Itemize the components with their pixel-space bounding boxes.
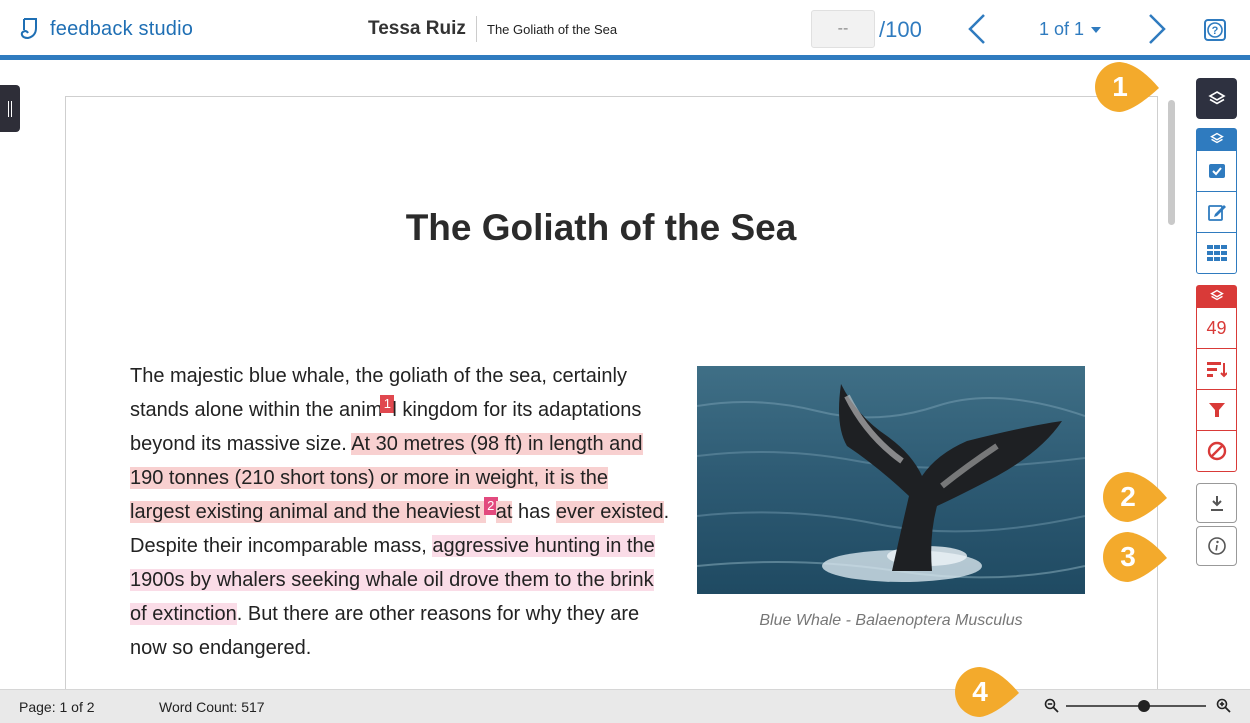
help-icon: ?: [1204, 19, 1226, 41]
zoom-in-icon: [1216, 698, 1231, 713]
sort-icon: [1206, 362, 1227, 378]
help-button[interactable]: ?: [1204, 19, 1226, 46]
grid-icon: [1206, 245, 1227, 261]
excluded-sources-button[interactable]: [1196, 430, 1237, 472]
highlight-2[interactable]: ever existed: [555, 501, 664, 523]
callout-number: 1: [1112, 71, 1128, 102]
app-logo[interactable]: feedback studio: [18, 16, 193, 42]
side-panel-toggle[interactable]: [0, 85, 20, 132]
zoom-out-button[interactable]: [1044, 698, 1059, 716]
layers-icon: [1207, 90, 1226, 104]
checkbox-icon: [1208, 164, 1225, 178]
filter-icon: [1208, 403, 1225, 417]
grade-input[interactable]: --: [811, 10, 875, 48]
callout-4: 4: [955, 667, 1019, 717]
page-indicator: Page: 1 of 2: [19, 699, 95, 715]
similarity-score-button[interactable]: 49: [1196, 307, 1237, 349]
caret-down-icon: [1091, 27, 1102, 34]
status-bar: Page: 1 of 2 Word Count: 517: [0, 689, 1250, 723]
header-divider: [476, 16, 477, 42]
similarity-count: 49: [1206, 317, 1227, 338]
callout-number: 4: [972, 676, 988, 707]
callout-number: 3: [1120, 541, 1136, 572]
text-segment: has: [512, 501, 556, 523]
zoom-in-button[interactable]: [1216, 698, 1231, 716]
word-count: Word Count: 517: [159, 699, 265, 715]
edit-icon: [1207, 205, 1226, 221]
grade-max: /100: [879, 17, 922, 42]
download-icon: [1210, 496, 1223, 511]
feedback-studio-logo-icon: [20, 18, 37, 40]
callout-2: 2: [1103, 472, 1167, 522]
zoom-out-icon: [1044, 698, 1059, 713]
grading-layer-header[interactable]: [1196, 128, 1237, 150]
submission-info-button[interactable]: [1196, 526, 1237, 566]
next-paper-button[interactable]: [1143, 12, 1171, 46]
callout-3: 3: [1103, 532, 1167, 582]
zoom-slider-handle[interactable]: [1138, 700, 1150, 712]
match-overview-button[interactable]: [1196, 348, 1237, 390]
chevron-left-icon: [968, 14, 985, 44]
svg-text:?: ?: [1212, 25, 1219, 37]
layers-icon: [1209, 289, 1224, 301]
paper-selector[interactable]: 1 of 1: [1039, 19, 1102, 40]
top-bar: feedback studio Tessa Ruiz The Goliath o…: [0, 0, 1250, 60]
chevron-right-icon: [1149, 14, 1166, 44]
layers-button[interactable]: [1196, 78, 1237, 119]
layers-icon: [1209, 132, 1224, 144]
student-name: Tessa Ruiz: [368, 18, 466, 39]
paper-selector-label: 1 of 1: [1039, 19, 1085, 39]
whale-tail-image: [697, 366, 1085, 594]
rubric-button[interactable]: [1196, 232, 1237, 274]
filter-button[interactable]: [1196, 389, 1237, 431]
similarity-layer-header[interactable]: [1196, 285, 1237, 307]
app-name: feedback studio: [50, 17, 194, 40]
info-icon: [1207, 537, 1226, 555]
callout-1: 1: [1095, 62, 1159, 112]
zoom-slider-track[interactable]: [1066, 705, 1206, 707]
image-caption: Blue Whale - Balaenoptera Musculus: [759, 612, 1023, 629]
document-heading: The Goliath of the Sea: [405, 207, 797, 248]
document-title: The Goliath of the Sea: [487, 22, 618, 37]
highlight-1-end[interactable]: at: [495, 501, 513, 523]
previous-paper-button[interactable]: [963, 12, 991, 46]
callout-number: 2: [1120, 481, 1136, 512]
drag-handle-icon: [8, 100, 12, 117]
quickmarks-button[interactable]: [1196, 150, 1237, 192]
download-button[interactable]: [1196, 483, 1237, 523]
document-paragraph[interactable]: The majestic blue whale, the goliath of …: [130, 359, 670, 665]
feedback-summary-button[interactable]: [1196, 191, 1237, 233]
document-viewer: The Goliath of the Sea The majestic blue…: [65, 96, 1158, 696]
document-scrollbar[interactable]: [1168, 100, 1175, 225]
block-icon: [1207, 441, 1226, 461]
